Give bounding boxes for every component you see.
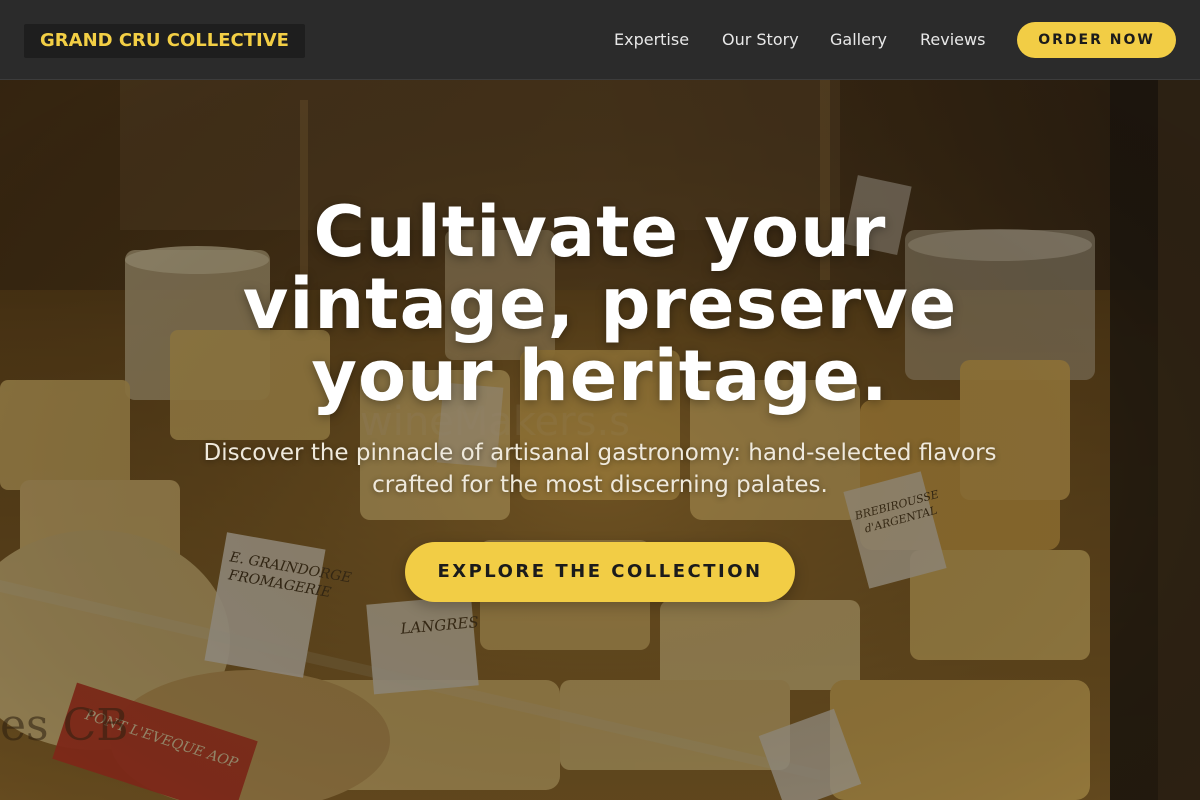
- hero-content: Cultivate your vintage, preserve your he…: [0, 80, 1200, 800]
- hero-headline: Cultivate your vintage, preserve your he…: [242, 191, 958, 417]
- nav-link-expertise[interactable]: Expertise: [614, 29, 689, 51]
- hero-section: E. GRAINDORGE FROMAGERIE LANGRES BREBIRO…: [0, 80, 1200, 800]
- landing-page: GRAND CRU COLLECTIVE Expertise Our Story…: [0, 0, 1200, 800]
- hero-subtitle: Discover the pinnacle of artisanal gastr…: [203, 440, 997, 498]
- top-navbar: GRAND CRU COLLECTIVE Expertise Our Story…: [0, 0, 1200, 80]
- order-now-button[interactable]: ORDER NOW: [1017, 22, 1176, 58]
- explore-collection-button[interactable]: EXPLORE THE COLLECTION: [405, 542, 795, 602]
- nav-link-gallery[interactable]: Gallery: [830, 29, 887, 51]
- nav-link-reviews[interactable]: Reviews: [920, 29, 985, 51]
- nav-link-our-story[interactable]: Our Story: [722, 29, 799, 51]
